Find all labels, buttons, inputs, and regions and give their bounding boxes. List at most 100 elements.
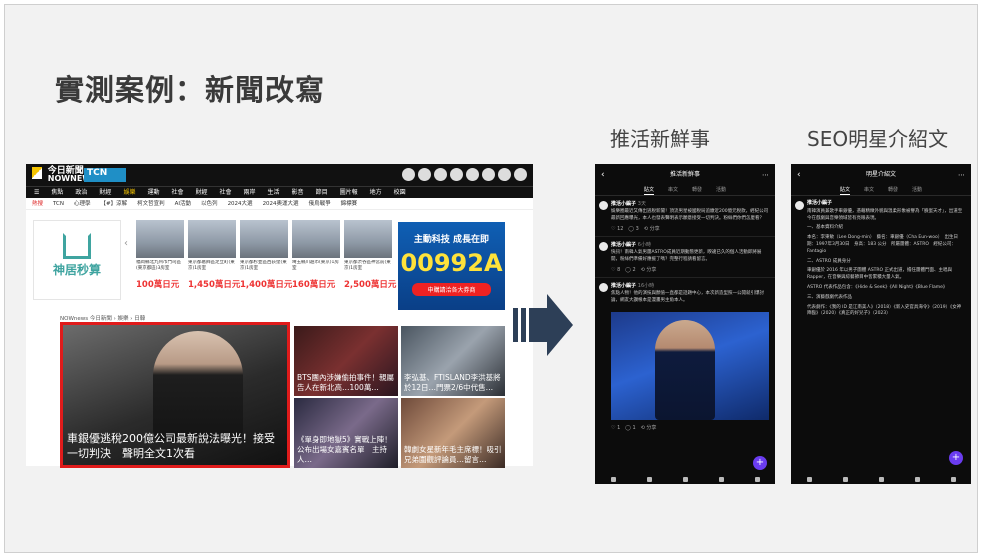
nav-item[interactable]: 圖片報 [340, 187, 358, 198]
more-icon[interactable]: ⋯ [958, 164, 965, 186]
nav-item[interactable]: 社會 [171, 187, 183, 198]
post-author[interactable]: 推活小編子 [611, 242, 636, 248]
tab-events[interactable]: 活動 [716, 184, 726, 195]
tag[interactable]: 俄烏戰爭 [309, 198, 331, 209]
compose-plus-button[interactable]: + [753, 456, 767, 470]
menu-icon[interactable]: ☰ [34, 187, 39, 198]
nav-item[interactable]: 財經 [99, 187, 111, 198]
avatar[interactable] [599, 201, 608, 210]
post-body: 快訊！南韓人氣男團ASTRO成員近期動態更新，睽違已久的個人活動即將展開，粉絲們… [611, 250, 762, 262]
tab-reposts[interactable]: 轉發 [692, 184, 702, 195]
nav-item[interactable]: 焦點 [51, 187, 63, 198]
line-icon[interactable] [434, 168, 447, 181]
search-icon[interactable] [646, 477, 652, 482]
property-card[interactable]: 東京都葛飾區足立町(東京)1房室 1,450萬日元 [188, 220, 240, 290]
tag[interactable]: 錦標賽 [341, 198, 358, 209]
tag[interactable]: 以色列 [201, 198, 218, 209]
tag[interactable]: 心理學 [74, 198, 91, 209]
avatar[interactable] [599, 242, 608, 251]
search-icon[interactable] [842, 477, 848, 482]
tab-events[interactable]: 活動 [912, 184, 922, 195]
story-tile-title[interactable]: 李弘基、FTISLAND李洪基將於12日…門票2/6中代售… [404, 373, 502, 393]
tag[interactable]: 柯文哲宣判 [137, 198, 165, 209]
main-story-highlighted[interactable]: 車銀優逃稅200億公司最新說法曝光！接受一切判決 聲明全文1次看 [60, 322, 290, 468]
heart-icon[interactable] [914, 477, 920, 482]
property-card[interactable]: 東京都渋谷區神宮前(東京)1房室 2,500萬日元 [344, 220, 396, 290]
youtube-icon[interactable] [450, 168, 463, 181]
tab-reposts[interactable]: 轉發 [888, 184, 898, 195]
ad-brand-box[interactable]: 神居秒算 [33, 220, 121, 300]
app-icon[interactable] [498, 168, 511, 181]
nav-item[interactable]: 社會 [220, 187, 232, 198]
nav-item[interactable]: 財經 [195, 187, 207, 198]
post-author[interactable]: 推活小編子 [611, 201, 636, 207]
compose-icon[interactable] [878, 477, 884, 482]
heart-icon[interactable] [718, 477, 724, 482]
story-tile-title[interactable]: 韓劇女星新年毛主席標！吸引兄弟圍觀評論員…留言… [404, 445, 502, 465]
nav-item[interactable]: 運動 [147, 187, 159, 198]
post-photo[interactable] [611, 312, 769, 420]
story-tile[interactable]: 《單身即地獄5》實戰上陣！公布出場女嘉賓名單 主持人… [294, 398, 398, 468]
user-icon[interactable] [482, 168, 495, 181]
nav-item[interactable]: 影音 [292, 187, 304, 198]
tag[interactable]: 2024奧運大選 [263, 198, 299, 209]
nav-item[interactable]: 校園 [394, 187, 406, 198]
feed-post[interactable]: 推活小編子 6小時 快訊！南韓人氣男團ASTRO成員近期動態更新，睽違已久的個人… [595, 237, 775, 278]
nav-item[interactable]: 兩岸 [244, 187, 256, 198]
post-actions[interactable]: ♡ 12 ◯ 3 ⟲ 分享 [611, 225, 769, 232]
post-author[interactable]: 推活小編子 [807, 200, 965, 207]
tag[interactable]: 【#】涼解 [101, 198, 128, 209]
back-arrow-icon[interactable]: ‹ [797, 164, 801, 186]
post-actions[interactable]: ♡ 8 ◯ 2 ⟲ 分享 [611, 266, 769, 273]
feed-post[interactable]: 推活小編子 3天 娛樂圈最近又傳出逃稅新聞！頂流男星被國稅局追繳近200億元稅款… [595, 196, 775, 237]
chevron-left-icon[interactable]: ‹ [124, 238, 128, 249]
fund-ad-slogan: 主動科技 成長在即 [413, 235, 490, 245]
tcn-badge[interactable]: TCN [84, 168, 126, 182]
caption-left: 推活新鮮事 [610, 127, 710, 151]
profile-icon[interactable] [950, 477, 956, 482]
story-tile[interactable]: 韓劇女星新年毛主席標！吸引兄弟圍觀評論員…留言… [401, 398, 505, 468]
nav-item-active[interactable]: 娛樂 [123, 187, 135, 198]
compose-icon[interactable] [682, 477, 688, 482]
story-tile-title[interactable]: 《單身即地獄5》實戰上陣！公布出場女嘉賓名單 主持人… [297, 435, 395, 465]
tab-threads[interactable]: 串文 [864, 184, 874, 195]
fund-ad-cta[interactable]: 申購請洽各大券商 [412, 283, 491, 296]
property-card[interactable]: 福岡縣北九州市門司區(東京都區)3房室 100萬日元 [136, 220, 184, 290]
facebook-icon[interactable] [402, 168, 415, 181]
feed-post[interactable]: 推活小編子 16小時 焦點人物！他的演技與顏值一直都是話題中心，本次新造型照一公… [595, 278, 775, 308]
property-card[interactable]: 埼玉縣川越市(東京)1房室 160萬日元 [292, 220, 340, 290]
tag[interactable]: AI活動 [175, 198, 191, 209]
search-icon[interactable] [514, 168, 527, 181]
post-actions[interactable]: ♡ 1 ◯ 1 ⟲ 分享 [611, 424, 769, 431]
avatar[interactable] [795, 201, 804, 210]
tag[interactable]: TCN [53, 198, 64, 209]
home-icon[interactable] [610, 477, 616, 482]
story-tile[interactable]: 李弘基、FTISLAND李洪基將於12日…門票2/6中代售… [401, 326, 505, 396]
tcn-icon[interactable] [466, 168, 479, 181]
property-price: 160萬日元 [292, 280, 336, 290]
story-tile-title[interactable]: BTS團內涉嫌偷拍事件！親屬告人在新北高…100萬… [297, 373, 395, 393]
avatar[interactable] [599, 283, 608, 292]
tab-posts[interactable]: 貼文 [643, 184, 654, 195]
profile-icon[interactable] [754, 477, 760, 482]
phone-bottom-bar [595, 474, 775, 484]
more-icon[interactable]: ⋯ [762, 164, 769, 186]
tab-threads[interactable]: 串文 [668, 184, 678, 195]
nav-item[interactable]: 節目 [316, 187, 328, 198]
main-headline[interactable]: 車銀優逃稅200億公司最新說法曝光！接受一切判決 聲明全文1次看 [67, 431, 281, 461]
post-author[interactable]: 推活小編子 [611, 283, 636, 289]
property-card[interactable]: 東京都杉並區西荻窪(東京)1房室 1,400萬日元 [240, 220, 292, 290]
tag-hot[interactable]: 熱搜 [32, 198, 43, 209]
nav-item[interactable]: 政治 [75, 187, 87, 198]
instagram-icon[interactable] [418, 168, 431, 181]
nav-item[interactable]: 地方 [370, 187, 382, 198]
back-arrow-icon[interactable]: ‹ [601, 164, 605, 186]
tag[interactable]: 2024大選 [228, 198, 253, 209]
compose-plus-button[interactable]: + [949, 451, 963, 465]
article-heading: 三、演藝戲劇代表作品 [807, 294, 852, 300]
nav-item[interactable]: 生活 [268, 187, 280, 198]
fund-ad-banner[interactable]: 主動科技 成長在即 00992A 申購請洽各大券商 [398, 222, 505, 310]
story-tile[interactable]: BTS團內涉嫌偷拍事件！親屬告人在新北高…100萬… [294, 326, 398, 396]
home-icon[interactable] [806, 477, 812, 482]
tab-posts[interactable]: 貼文 [839, 184, 850, 195]
